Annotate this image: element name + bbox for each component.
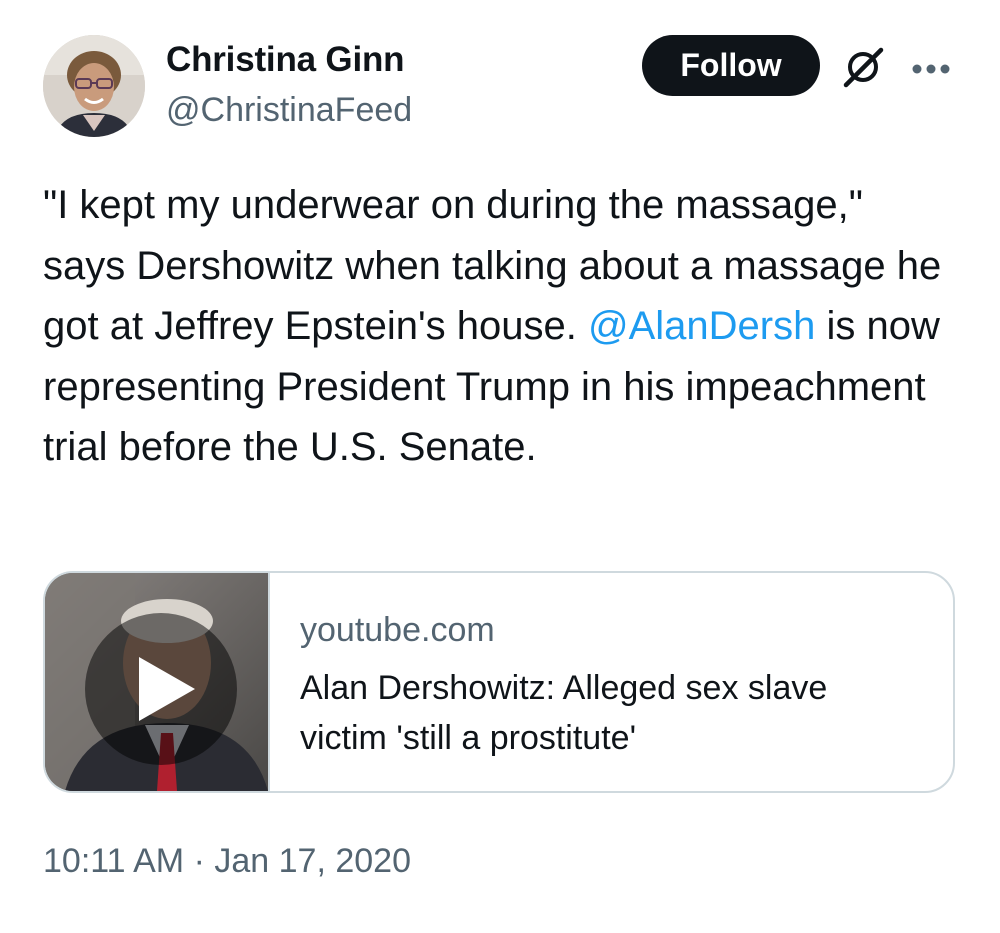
tweet-date[interactable]: Jan 17, 2020 [214,842,411,880]
tweet-time[interactable]: 10:11 AM [43,842,184,880]
tweet-text: "I kept my underwear on during the massa… [43,175,943,478]
link-preview-card[interactable]: youtube.com Alan Dershowitz: Alleged sex… [43,571,955,793]
timestamp-separator: · [184,842,215,880]
author-handle[interactable]: @ChristinaFeed [166,91,412,130]
card-domain: youtube.com [300,611,495,649]
grok-icon[interactable] [841,45,885,89]
card-title: Alan Dershowitz: Alleged sex slave victi… [300,669,828,757]
follow-button[interactable]: Follow [642,35,820,96]
play-icon[interactable] [85,613,237,765]
mention-link[interactable]: @AlanDersh [588,304,815,348]
video-thumbnail[interactable] [45,573,270,791]
avatar-image [43,35,145,137]
author-display-name[interactable]: Christina Ginn [166,40,405,80]
more-options-icon[interactable] [911,62,951,74]
author-avatar[interactable] [43,35,145,137]
tweet-timestamp: 10:11 AM · Jan 17, 2020 [43,842,411,881]
